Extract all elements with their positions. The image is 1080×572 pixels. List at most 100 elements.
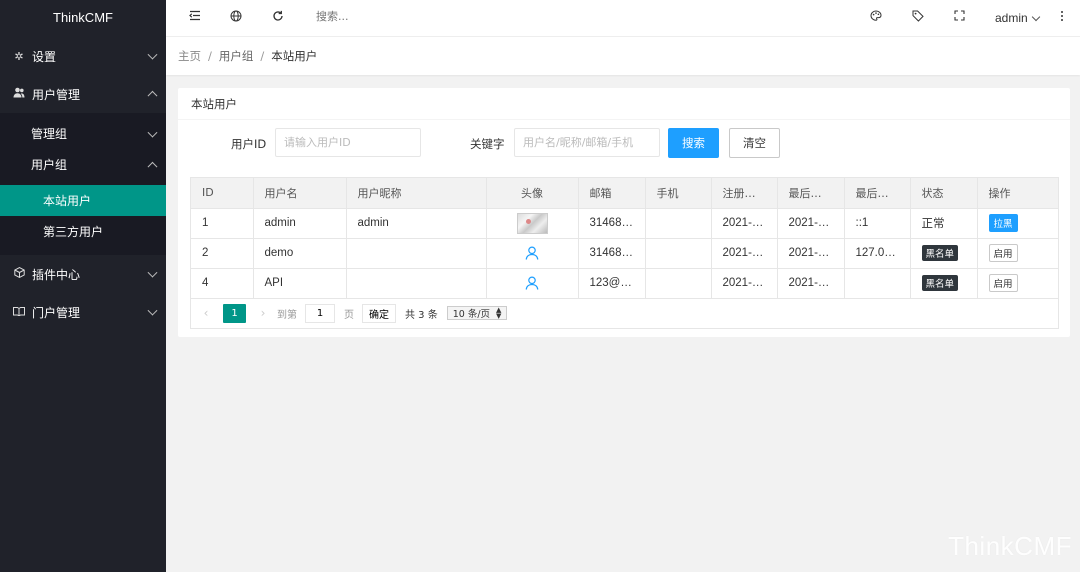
cell-id: 4	[191, 268, 254, 299]
cube-icon	[12, 267, 26, 281]
col-last-login[interactable]: 最后…	[777, 178, 845, 209]
user-table-container: ID 用户名 用户昵称 头像 邮箱 手机 注册… 最后… 最后… 状态 操作 1…	[190, 177, 1059, 329]
cell-registered: 2021-…	[711, 268, 778, 299]
avatar-image[interactable]	[516, 212, 548, 234]
cell-last-ip: 127.0.…	[844, 238, 911, 269]
goto-confirm-button[interactable]: 确定	[362, 303, 396, 323]
enable-button[interactable]: 启用	[988, 244, 1018, 262]
goto-page-input[interactable]	[305, 303, 335, 323]
cell-avatar	[486, 238, 579, 269]
cell-email: 123@…	[578, 268, 646, 299]
chevron-up-icon	[147, 161, 158, 172]
cell-action: 启用	[977, 268, 1058, 299]
user-table: ID 用户名 用户昵称 头像 邮箱 手机 注册… 最后… 最后… 状态 操作 1…	[191, 178, 1058, 299]
theme-icon[interactable]	[869, 10, 883, 24]
sidebar-item-portal-management[interactable]: 门户管理	[0, 293, 166, 331]
cell-registered: 2021-…	[711, 238, 778, 269]
sidebar-item-third-party-users[interactable]: 第三方用户	[0, 216, 166, 247]
col-avatar[interactable]: 头像	[486, 178, 579, 209]
next-page-icon[interactable]: ›	[258, 306, 268, 320]
globe-icon[interactable]	[229, 10, 243, 24]
sidebar-item-label: 用户管理	[32, 87, 81, 102]
cell-status: 黑名单	[910, 268, 978, 299]
blacklist-button[interactable]: 拉黑	[988, 214, 1018, 232]
col-id[interactable]: ID	[191, 178, 254, 209]
search-input[interactable]	[316, 10, 516, 23]
cell-nickname: admin	[346, 208, 487, 239]
user-group-submenu: 本站用户 第三方用户	[0, 180, 166, 255]
more-icon[interactable]	[1055, 10, 1069, 24]
breadcrumb: 主页 / 用户组 / 本站用户	[166, 37, 1080, 75]
col-action[interactable]: 操作	[977, 178, 1058, 209]
breadcrumb-separator: /	[260, 49, 265, 63]
user-menu[interactable]: admin	[995, 11, 1040, 25]
sidebar: ThinkCMF ✲ 设置 用户管理 管理组 用户组 本站用户 第三方用户 插件…	[0, 0, 166, 572]
table-header-row: ID 用户名 用户昵称 头像 邮箱 手机 注册… 最后… 最后… 状态 操作	[191, 178, 1058, 209]
sidebar-item-settings[interactable]: ✲ 设置	[0, 37, 166, 75]
breadcrumb-user-group[interactable]: 用户组	[219, 48, 254, 64]
userid-input[interactable]	[275, 128, 421, 157]
col-email[interactable]: 邮箱	[578, 178, 646, 209]
status-badge: 黑名单	[921, 275, 959, 291]
book-icon	[12, 306, 26, 319]
watermark: ThinkCMF	[948, 531, 1072, 561]
cell-avatar	[486, 208, 579, 239]
fullscreen-icon[interactable]	[952, 10, 966, 24]
app-logo[interactable]: ThinkCMF	[0, 0, 166, 36]
chevron-down-icon	[147, 49, 158, 60]
sidebar-item-label: 设置	[32, 49, 57, 64]
sidebar-item-admin-group[interactable]: 管理组	[0, 118, 166, 149]
userid-label: 用户ID	[231, 137, 267, 151]
tag-icon[interactable]	[911, 10, 925, 24]
keyword-input[interactable]	[514, 128, 660, 157]
sidebar-item-label: 管理组	[31, 127, 68, 141]
page-label: 页	[344, 309, 354, 321]
cell-id: 1	[191, 208, 254, 239]
cell-phone	[645, 238, 712, 269]
sidebar-item-plugin-center[interactable]: 插件中心	[0, 255, 166, 293]
cell-last-login: 2021-…	[777, 268, 845, 299]
cell-last-login: 2021-…	[777, 238, 845, 269]
col-phone[interactable]: 手机	[645, 178, 712, 209]
default-avatar-icon[interactable]	[525, 276, 539, 290]
search-button[interactable]: 搜索	[668, 128, 719, 158]
cell-id: 2	[191, 238, 254, 269]
table-row[interactable]: 4 API 123@… 2021-… 2021-… 黑名单 启用	[191, 268, 1058, 299]
page-current[interactable]: 1	[223, 303, 246, 323]
sidebar-item-label: 门户管理	[32, 305, 81, 320]
cell-registered: 2021-…	[711, 208, 778, 239]
users-icon	[12, 87, 26, 101]
chevron-down-icon	[147, 267, 158, 278]
user-list-card: 本站用户 用户ID 关键字 搜索 清空 ID 用户名 用户昵称 头像 邮箱 手机…	[178, 88, 1070, 337]
cell-last-ip	[844, 268, 911, 299]
sidebar-item-label: 第三方用户	[43, 225, 104, 239]
table-row[interactable]: 1 admin admin 31468… 2021-… 2021-… ::1 正…	[191, 208, 1058, 239]
cell-username: admin	[253, 208, 347, 239]
cell-nickname	[346, 268, 487, 299]
total-count: 共 3 条	[405, 309, 438, 321]
menu-fold-icon[interactable]	[188, 10, 202, 24]
cell-username: API	[253, 268, 347, 299]
cell-status: 黑名单	[910, 238, 978, 269]
col-registered[interactable]: 注册…	[711, 178, 778, 209]
prev-page-icon[interactable]: ‹	[201, 306, 211, 320]
col-username[interactable]: 用户名	[253, 178, 347, 209]
sidebar-item-site-users[interactable]: 本站用户	[0, 185, 166, 216]
table-row[interactable]: 2 demo 31468… 2021-… 2021-… 127.0.… 黑名单 …	[191, 238, 1058, 269]
col-nickname[interactable]: 用户昵称	[346, 178, 487, 209]
col-status[interactable]: 状态	[910, 178, 978, 209]
col-last-ip[interactable]: 最后…	[844, 178, 911, 209]
page-size-select[interactable]: 10 条/页 ▲ ▼	[446, 306, 508, 320]
cell-nickname	[346, 238, 487, 269]
cell-phone	[645, 268, 712, 299]
refresh-icon[interactable]	[271, 10, 285, 24]
enable-button[interactable]: 启用	[988, 274, 1018, 292]
sidebar-item-user-management[interactable]: 用户管理	[0, 75, 166, 113]
breadcrumb-home[interactable]: 主页	[178, 48, 201, 64]
cell-avatar	[486, 268, 579, 299]
default-avatar-icon[interactable]	[525, 246, 539, 260]
sidebar-item-label: 本站用户	[43, 194, 92, 208]
sidebar-item-user-group[interactable]: 用户组	[0, 149, 166, 180]
clear-button[interactable]: 清空	[729, 128, 780, 158]
breadcrumb-separator: /	[208, 49, 212, 63]
